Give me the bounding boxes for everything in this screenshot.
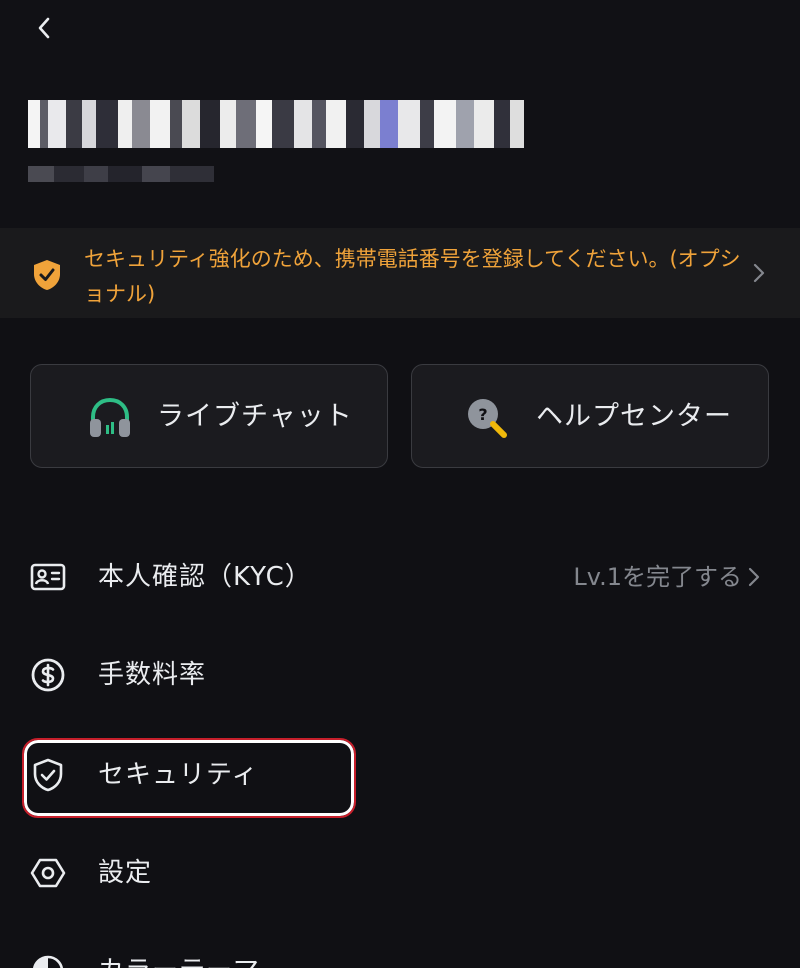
headset-icon bbox=[90, 397, 130, 437]
account-email-redacted bbox=[28, 100, 540, 148]
help-center-label: ヘルプセンター bbox=[536, 401, 732, 432]
kyc-status: Lv.1を完了する bbox=[573, 563, 742, 591]
help-center-button[interactable]: ? ヘルプセンター bbox=[411, 364, 769, 468]
help-magnifier-icon: ? bbox=[468, 399, 507, 438]
id-card-icon bbox=[30, 563, 66, 591]
shield-warning-icon bbox=[34, 260, 60, 290]
chevron-right-icon bbox=[753, 263, 765, 283]
live-chat-label: ライブチャット bbox=[157, 401, 353, 432]
dollar-circle-icon bbox=[31, 658, 65, 692]
menu-item-fees[interactable]: 手数料率 bbox=[0, 640, 800, 710]
theme-icon bbox=[33, 955, 63, 968]
fees-label: 手数料率 bbox=[98, 660, 207, 690]
settings-label: 設定 bbox=[98, 858, 153, 888]
svg-text:?: ? bbox=[478, 405, 487, 424]
menu-item-kyc[interactable]: 本人確認（KYC） Lv.1を完了する bbox=[0, 542, 800, 612]
security-label: セキュリティ bbox=[98, 760, 259, 790]
menu-item-settings[interactable]: 設定 bbox=[0, 838, 800, 908]
chevron-right-icon bbox=[748, 567, 760, 587]
live-chat-button[interactable]: ライブチャット bbox=[30, 364, 388, 468]
theme-label: カラーテーマ bbox=[98, 951, 260, 968]
account-header bbox=[0, 0, 800, 228]
back-button[interactable] bbox=[26, 10, 62, 46]
shield-check-icon bbox=[33, 758, 63, 792]
chevron-left-icon bbox=[38, 17, 50, 39]
menu-item-security[interactable]: セキュリティ bbox=[0, 740, 800, 810]
phone-registration-banner[interactable]: セキュリティ強化のため、携帯電話番号を登録してください。(オプショナル) bbox=[0, 228, 800, 318]
account-uid-redacted bbox=[28, 166, 214, 182]
account-page: セキュリティ強化のため、携帯電話番号を登録してください。(オプショナル) ライブ… bbox=[0, 0, 800, 968]
kyc-label: 本人確認（KYC） bbox=[98, 562, 312, 592]
banner-text: セキュリティ強化のため、携帯電話番号を登録してください。(オプショナル) bbox=[84, 247, 741, 306]
hexagon-settings-icon bbox=[30, 858, 66, 888]
menu-item-theme[interactable]: カラーテーマ bbox=[0, 936, 800, 968]
